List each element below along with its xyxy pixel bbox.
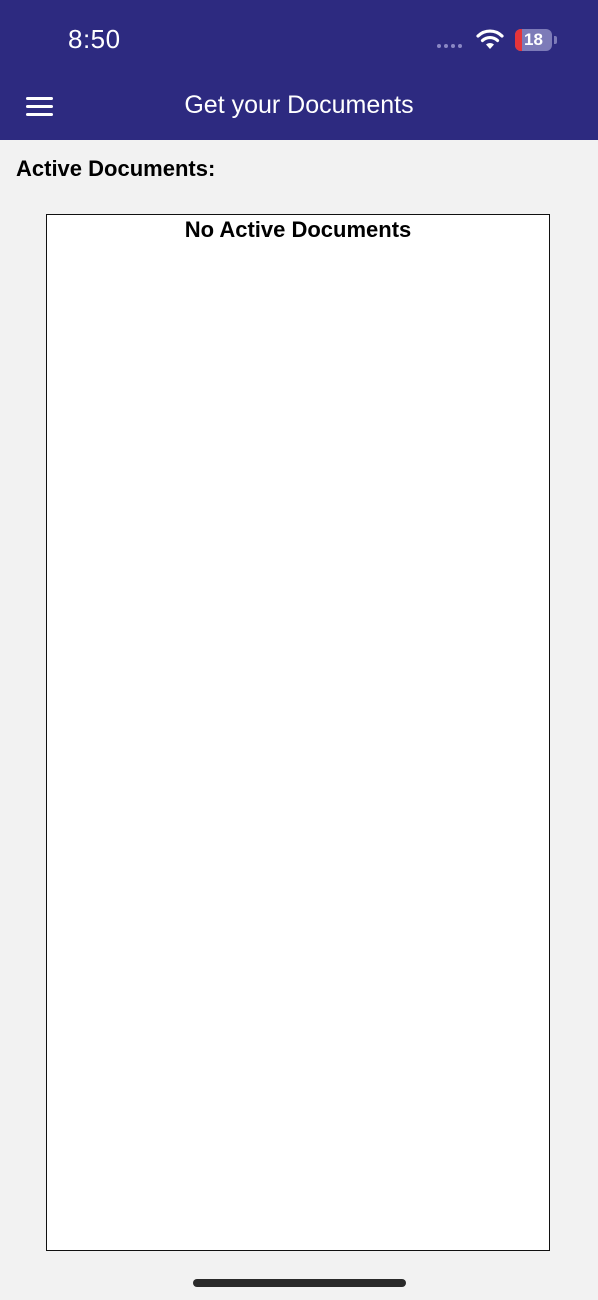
cellular-signal-icon [437,44,462,48]
battery-level: 18 [524,30,543,49]
battery-icon: 18 [515,29,552,51]
battery-cap [554,36,557,44]
active-documents-list[interactable]: No Active Documents [46,214,550,1251]
wifi-icon [476,29,504,49]
app-header: 8:50 18 Get your Documents [0,0,598,140]
status-time: 8:50 [68,24,121,54]
home-indicator[interactable] [193,1279,406,1287]
page-title: Get your Documents [184,91,414,119]
empty-state-message: No Active Documents [184,217,412,242]
active-documents-heading: Active Documents: [16,156,216,181]
